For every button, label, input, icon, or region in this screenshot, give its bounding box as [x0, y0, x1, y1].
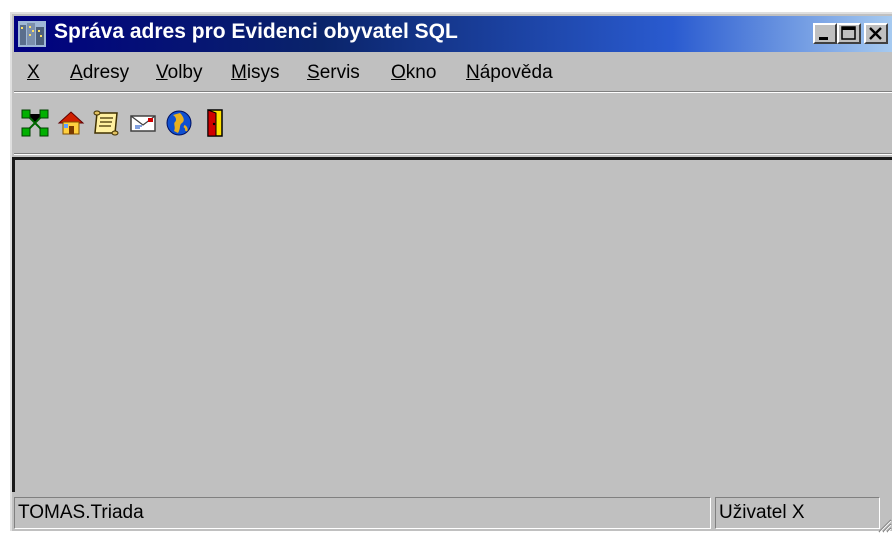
scroll-icon[interactable] — [92, 108, 122, 138]
menu-servis[interactable]: Servis — [307, 62, 360, 84]
close-icon — [869, 27, 882, 40]
menu-x[interactable]: X — [27, 62, 40, 84]
maximize-button[interactable] — [837, 23, 861, 44]
envelope-icon[interactable] — [128, 108, 158, 138]
app-icon — [18, 21, 46, 47]
status-user-panel: TOMAS.Triada — [14, 497, 711, 529]
status-bar: TOMAS.Triada Uživatel X — [12, 494, 892, 533]
network-icon[interactable] — [20, 108, 50, 138]
close-button[interactable] — [864, 23, 888, 44]
window-title: Správa adres pro Evidenci obyvatel SQL — [54, 20, 458, 43]
home-icon[interactable] — [56, 108, 86, 138]
minimize-button[interactable] — [813, 23, 837, 44]
menu-toolbar-divider — [14, 91, 892, 93]
app-window: Správa adres pro Evidenci obyvatel SQL X… — [10, 12, 892, 533]
mdi-client-area[interactable] — [12, 157, 892, 492]
menu-misys[interactable]: Misys — [231, 62, 280, 84]
minimize-icon — [819, 37, 828, 40]
toolbar-divider — [14, 153, 892, 155]
maximize-icon — [841, 26, 856, 40]
globe-icon[interactable] — [164, 108, 194, 138]
menu-okno[interactable]: Okno — [391, 62, 436, 84]
menu-napoveda[interactable]: Nápověda — [466, 62, 553, 84]
status-role-panel: Uživatel X — [715, 497, 880, 529]
menu-bar: X Adresy Volby Misys Servis Okno Nápověd… — [14, 54, 892, 90]
menu-adresy[interactable]: Adresy — [70, 62, 129, 84]
exit-door-icon[interactable] — [200, 108, 230, 138]
title-bar[interactable]: Správa adres pro Evidenci obyvatel SQL — [14, 16, 892, 52]
toolbar — [14, 94, 892, 152]
menu-volby[interactable]: Volby — [156, 62, 202, 84]
